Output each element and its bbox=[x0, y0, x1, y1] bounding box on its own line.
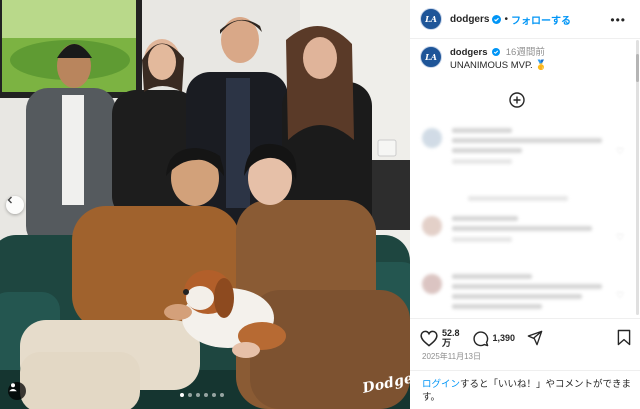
carousel-dot[interactable] bbox=[188, 393, 192, 397]
author-username[interactable]: dodgers bbox=[450, 14, 489, 25]
likes-unit: 万 bbox=[442, 338, 452, 348]
comment-like-icon: ♡ bbox=[616, 290, 625, 300]
photo-illustration bbox=[0, 0, 410, 409]
save-button[interactable] bbox=[617, 329, 631, 351]
post-header: LA dodgers • フォローする bbox=[410, 0, 640, 38]
user-tag-icon bbox=[9, 383, 17, 392]
carousel-dot[interactable] bbox=[196, 393, 200, 397]
follow-button[interactable]: フォローする bbox=[511, 12, 571, 27]
prev-arrow-icon bbox=[7, 196, 12, 204]
actions-divider bbox=[410, 318, 640, 319]
avatar-logo: LA bbox=[425, 14, 437, 24]
post-date: 2025年11月13日 bbox=[422, 352, 481, 361]
header-divider bbox=[410, 38, 640, 39]
user-tag-button[interactable] bbox=[8, 382, 26, 400]
comment-button[interactable]: 1,390 bbox=[472, 330, 516, 347]
carousel-dot[interactable] bbox=[204, 393, 208, 397]
share-icon bbox=[527, 330, 543, 346]
likes-value: 52.8 bbox=[442, 328, 460, 338]
footer-divider bbox=[410, 370, 640, 371]
caption-timestamp: 16週間前 bbox=[505, 47, 545, 58]
blurred-comment bbox=[422, 128, 602, 169]
post-actions: 52.8 万 1,390 bbox=[420, 326, 635, 350]
carousel-dot[interactable] bbox=[180, 393, 184, 397]
comment-avatar bbox=[422, 274, 442, 294]
post-caption: LA dodgers 16週間前 UNANIMOUS MVP. 🥇 bbox=[420, 46, 630, 72]
carousel-dot[interactable] bbox=[212, 393, 216, 397]
blurred-comment bbox=[422, 274, 602, 314]
login-prompt: ログインすると「いいね！」やコメントができます。 bbox=[422, 378, 636, 404]
bookmark-icon bbox=[617, 329, 631, 346]
caption-text: UNANIMOUS MVP. 🥇 bbox=[450, 60, 548, 71]
carousel-prev-button[interactable] bbox=[6, 196, 24, 214]
verified-icon bbox=[492, 14, 502, 24]
comment-icon bbox=[472, 330, 488, 346]
caption-avatar-logo: LA bbox=[425, 52, 437, 62]
likes-count[interactable]: 52.8 万 bbox=[442, 328, 460, 348]
comment-avatar bbox=[422, 216, 442, 236]
comment-like-icon: ♡ bbox=[616, 232, 625, 242]
caption-avatar[interactable]: LA bbox=[420, 46, 442, 68]
comment-avatar bbox=[422, 128, 442, 148]
heart-icon bbox=[420, 330, 438, 347]
caption-username[interactable]: dodgers bbox=[450, 47, 487, 58]
header-separator: • bbox=[504, 13, 508, 25]
carousel-indicator bbox=[180, 393, 224, 397]
comments-count: 1,390 bbox=[492, 333, 516, 343]
login-link[interactable]: ログイン bbox=[422, 379, 460, 390]
more-options-icon[interactable]: ••• bbox=[610, 13, 626, 27]
verified-icon bbox=[492, 48, 501, 56]
comment-like-icon: ♡ bbox=[616, 146, 625, 156]
blurred-comment bbox=[422, 216, 592, 247]
carousel-dot[interactable] bbox=[220, 393, 224, 397]
share-button[interactable] bbox=[527, 330, 543, 346]
avatar[interactable]: LA bbox=[420, 8, 442, 30]
blurred-view-replies bbox=[468, 196, 568, 206]
comments-scroll-thumb[interactable] bbox=[636, 54, 639, 82]
post-side-panel: LA dodgers • フォローする ••• LA dodgers 16週間前… bbox=[410, 0, 640, 409]
like-button[interactable] bbox=[420, 330, 438, 347]
add-comment-icon[interactable] bbox=[509, 92, 525, 108]
post-photo: Dodgers bbox=[0, 0, 410, 409]
